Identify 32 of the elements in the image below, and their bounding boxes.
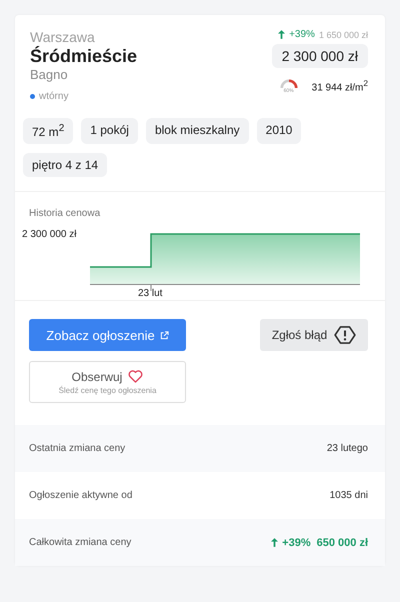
district-name: Śródmieście: [30, 46, 138, 67]
feature-tag: 1 pokój: [81, 118, 138, 144]
market-type: wtórny: [39, 91, 68, 102]
feature-tag: 2010: [256, 118, 302, 144]
feature-tag: blok mieszkalny: [146, 118, 249, 144]
feature-tag: 72 m$^{2}$: [23, 118, 74, 144]
detail-label: Całkowita zmiana ceny: [29, 537, 132, 548]
axis-label: 23 lut: [138, 288, 162, 299]
watch-button[interactable]: Obserwuj Śledź cenę tego ogłoszenia: [29, 361, 186, 403]
up-arrow-icon: [271, 538, 278, 547]
feature-tag: piętro 4 z 14: [23, 153, 108, 177]
price-change: +39%: [282, 536, 311, 548]
old-price: 1 650 000 zł: [318, 30, 368, 40]
city-name: Warszawa: [30, 29, 96, 46]
detail-value: 1035 dni: [330, 490, 368, 501]
current-price: 2 300 000 zł: [272, 44, 368, 68]
change-amount: 650 000 zł: [316, 536, 368, 548]
up-arrow-icon: [278, 30, 286, 39]
axis-label: 2 300 000 zł: [22, 229, 76, 240]
subdistrict-name: Bagno: [30, 67, 69, 82]
price-change: +39%: [289, 29, 315, 40]
detail-label: Ostatnia zmiana ceny: [29, 443, 126, 454]
status-dot: [30, 94, 35, 99]
view-listing-button[interactable]: Zobacz ogłoszenie: [29, 319, 186, 351]
chart-title: Historia cenowa: [29, 208, 100, 219]
heart-icon: [128, 370, 144, 383]
detail-label: Ogłoszenie aktywne od: [29, 490, 132, 501]
detail-value: 23 lutego: [326, 443, 368, 454]
report-error-button[interactable]: Zgłoś błąd: [260, 319, 368, 351]
external-link-icon: [160, 330, 169, 340]
warning-icon: [334, 326, 356, 344]
price-per-m2: 31 944 zł/m$^{2}$: [312, 78, 368, 94]
